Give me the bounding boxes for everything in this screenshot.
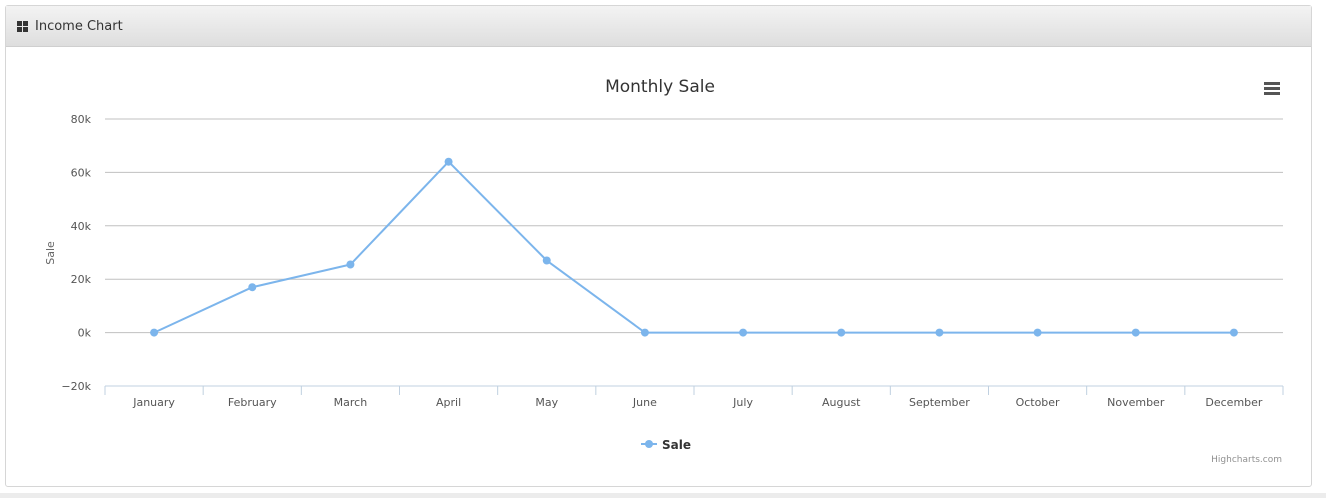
data-point[interactable] xyxy=(150,328,159,337)
x-tick-label: September xyxy=(909,396,970,409)
line-chart: Monthly Sale Sale 80k 60k 40k 20k 0k −20k Jan… xyxy=(44,77,1284,465)
x-tick-label: April xyxy=(436,396,461,409)
data-point[interactable] xyxy=(935,328,944,337)
x-tick-label: May xyxy=(535,396,558,409)
data-point[interactable] xyxy=(739,328,748,337)
data-point[interactable] xyxy=(346,260,355,269)
y-tick-label: 20k xyxy=(71,273,92,286)
data-point[interactable] xyxy=(837,328,846,337)
data-point[interactable] xyxy=(640,328,649,337)
x-tick-label: December xyxy=(1205,396,1263,409)
data-point[interactable] xyxy=(248,283,257,292)
y-tick-label: 80k xyxy=(71,113,92,126)
x-tick-label: August xyxy=(822,396,861,409)
data-point[interactable] xyxy=(1033,328,1042,337)
x-tick-label: March xyxy=(334,396,368,409)
x-tick-label: November xyxy=(1107,396,1165,409)
legend-marker xyxy=(645,440,653,448)
data-point[interactable] xyxy=(444,157,453,166)
x-tick-label: July xyxy=(732,396,753,409)
chart-title: Monthly Sale xyxy=(605,77,715,97)
y-tick-label: 60k xyxy=(71,166,92,179)
credits-link[interactable]: Highcharts.com xyxy=(1211,455,1282,465)
x-tick-label: October xyxy=(1016,396,1060,409)
y-tick-label: 0k xyxy=(78,327,92,340)
x-tick-label: February xyxy=(228,396,277,409)
hamburger-menu-icon[interactable] xyxy=(1264,82,1280,95)
legend-item-sale[interactable]: Sale xyxy=(662,438,691,452)
series-line-sale xyxy=(153,160,1234,334)
data-point[interactable] xyxy=(1131,328,1140,337)
y-tick-label: −20k xyxy=(61,380,91,393)
y-tick-label: 40k xyxy=(71,220,92,233)
data-point[interactable] xyxy=(1229,328,1238,337)
y-axis-label: Sale xyxy=(44,241,57,265)
legend[interactable]: Sale xyxy=(641,438,691,452)
data-point[interactable] xyxy=(542,256,551,265)
x-tick-label: January xyxy=(132,396,175,409)
x-tick-label: June xyxy=(632,396,657,409)
